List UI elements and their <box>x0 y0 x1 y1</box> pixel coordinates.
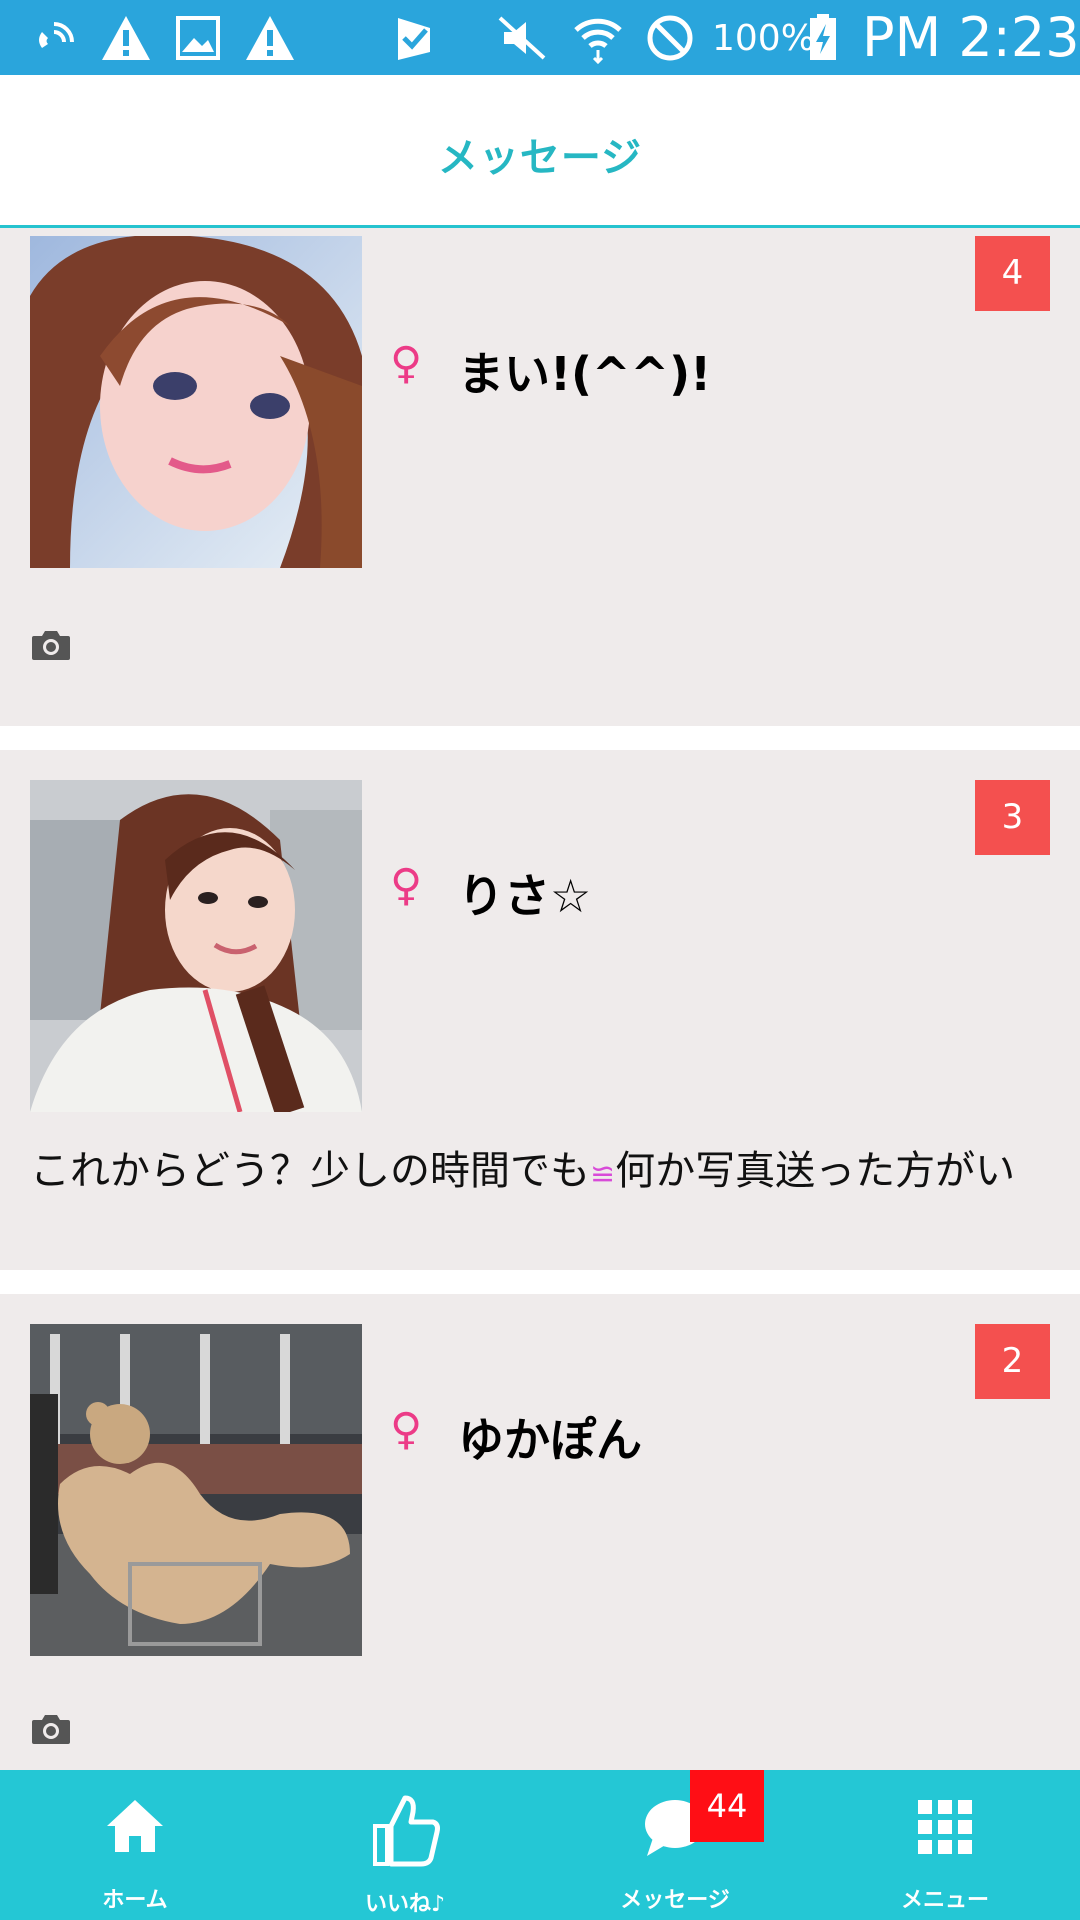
nav-menu[interactable]: メニュー <box>810 1770 1080 1920</box>
grid-menu-icon <box>918 1800 972 1854</box>
preview-emoji: ≌ <box>590 1157 616 1192</box>
image-icon <box>176 16 220 60</box>
gender-icon: ♀ <box>390 338 423 389</box>
nav-home[interactable]: ホーム <box>0 1770 270 1920</box>
preview-text: これからどう？少しの時間でも <box>30 1148 590 1194</box>
status-bar: 100% PM 2:23 <box>0 0 1080 75</box>
warning-icon <box>246 16 294 60</box>
avatar-photo <box>30 1324 362 1656</box>
message-count-badge: 44 <box>690 1770 764 1842</box>
gender-icon: ♀ <box>390 1404 423 1455</box>
wifi-calling-icon <box>39 22 74 48</box>
user-name: りさ☆ <box>458 869 592 923</box>
avatar[interactable] <box>30 780 362 1112</box>
user-name: まい!(^^)! <box>458 347 712 401</box>
unread-badge: 4 <box>975 236 1050 311</box>
battery-charging-icon <box>810 14 836 60</box>
battery-percent: 100% <box>712 18 815 59</box>
avatar-photo <box>30 780 362 1112</box>
status-time: PM 2:23 <box>862 6 1080 69</box>
nav-menu-label: メニュー <box>900 1888 989 1913</box>
nav-home-label: ホーム <box>102 1888 168 1913</box>
conversation-item[interactable]: ♀ まい!(^^)! 4 <box>0 228 1080 726</box>
conversation-item[interactable]: ♀ りさ☆ 3 これからどう？少しの時間でも≌何か写真送った方がい <box>0 750 1080 1270</box>
warning-icon <box>102 16 150 60</box>
do-not-disturb-icon <box>647 15 693 61</box>
avatar[interactable] <box>30 1324 362 1656</box>
avatar[interactable] <box>30 236 362 568</box>
nav-message-label: メッセージ <box>620 1888 730 1913</box>
app-header: メッセージ <box>0 75 1080 228</box>
unread-badge: 2 <box>975 1324 1050 1399</box>
thumbs-up-icon <box>373 1795 440 1867</box>
mute-icon <box>498 16 546 60</box>
gender-icon: ♀ <box>390 860 423 911</box>
avatar-photo <box>30 236 362 568</box>
wifi-icon <box>574 18 622 64</box>
camera-icon <box>32 1715 70 1744</box>
user-name: ゆかぽん <box>458 1413 642 1467</box>
nav-like[interactable]: いいね♪ <box>270 1770 540 1920</box>
conversation-item[interactable]: ♀ ゆかぽん 2 <box>0 1294 1080 1770</box>
home-icon <box>107 1800 163 1852</box>
conversation-list[interactable]: ♀ まい!(^^)! 4 ♀ りさ☆ 3 これからどう？少しの時間でも≌何か写真… <box>0 228 1080 1770</box>
nav-message[interactable]: メッセージ <box>540 1770 810 1920</box>
camera-icon <box>32 631 70 660</box>
unread-badge: 3 <box>975 780 1050 855</box>
message-preview: これからどう？少しの時間でも≌何か写真送った方がい <box>30 1138 1060 1196</box>
bottom-navigation: ホーム いいね♪ メッセージ メニュー <box>0 1770 1080 1920</box>
page-title: メッセージ <box>437 135 643 181</box>
nav-like-label: いいね♪ <box>364 1892 446 1917</box>
check-icon <box>398 18 430 60</box>
preview-text: 何か写真送った方がい <box>615 1148 1016 1194</box>
